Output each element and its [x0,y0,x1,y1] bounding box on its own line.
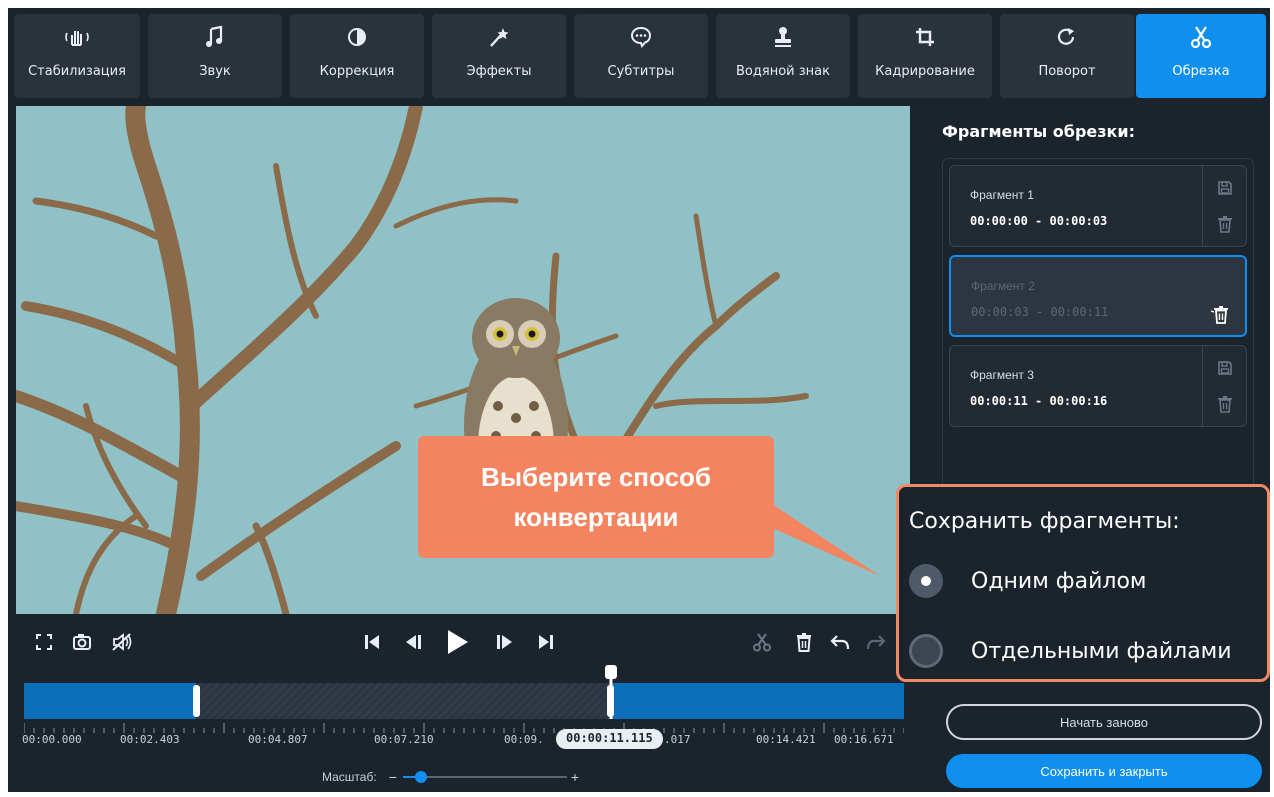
fragment-name: Фрагмент 1 [970,188,1034,202]
floppy-icon [1218,361,1232,375]
tool-subtitles[interactable]: Субтитры [574,14,708,98]
redo-button[interactable] [862,630,890,658]
crop-icon [912,22,938,52]
timeline-track[interactable] [24,683,904,719]
tool-crop[interactable]: Кадрирование [858,14,992,98]
skip-start-icon [363,633,381,656]
zoom-control: Масштаб: − + [322,767,579,787]
snapshot-button[interactable] [68,630,96,658]
go-to-start-button[interactable] [358,630,386,658]
skip-end-icon [537,633,555,656]
fragment-item-selected[interactable]: Фрагмент 2 00:00:03 - 00:00:11 [949,255,1247,337]
fragments-panel: Фрагменты обрезки: Фрагмент 1 00:00:00 -… [918,106,1270,792]
delete-fragment-button[interactable] [1215,214,1235,234]
tick-label: 00:02.403 [120,733,180,746]
callout-text: Выберите способ конвертации [481,462,711,532]
fragment-name: Фрагмент 2 [971,279,1035,293]
zoom-out-button[interactable]: − [389,769,397,785]
save-fragment-button[interactable] [1215,178,1235,198]
fragment-item[interactable]: Фрагмент 1 00:00:00 - 00:00:03 [949,165,1247,247]
fragment-time: 00:00:03 - 00:00:11 [971,305,1109,319]
current-time-badge: 00:00:11.115 [556,729,663,749]
step-back-icon [405,633,423,656]
tool-trim[interactable]: Обрезка [1136,14,1266,98]
fragment-time: 00:00:00 - 00:00:03 [970,214,1108,228]
step-forward-icon [495,633,513,656]
stamp-icon [770,22,796,52]
next-frame-button[interactable] [490,630,518,658]
fragment-start-marker[interactable] [193,685,200,717]
tick-label: 00:09. [504,733,544,746]
player-controls [16,618,910,668]
tick-label: 00:14.421 [756,733,816,746]
playhead[interactable] [604,665,618,721]
floppy-icon [1218,181,1232,195]
trash-icon [1218,216,1232,233]
fragment-item[interactable]: Фрагмент 3 00:00:11 - 00:00:16 [949,345,1247,427]
scissors-icon [1188,22,1214,52]
timeline-ruler [24,723,904,733]
go-to-end-button[interactable] [532,630,560,658]
timeline[interactable]: 00:00.000 00:02.403 00:04.807 00:07.210 … [22,665,904,787]
save-fragment-button[interactable] [1215,358,1235,378]
delete-fragment-button[interactable] [1211,305,1231,325]
radio-button-checked[interactable] [909,564,943,598]
radio-label: Одним файлом [971,568,1147,594]
fullscreen-icon [35,633,53,656]
trash-icon [1211,306,1228,324]
zoom-label: Масштаб: [322,770,377,784]
save-fragments-options: Сохранить фрагменты: Одним файлом Отдель… [896,484,1270,682]
prev-frame-button[interactable] [400,630,428,658]
zoom-in-button[interactable]: + [571,769,579,785]
volume-mute-icon [111,632,133,657]
magic-wand-icon [486,22,512,52]
tick-label: 00:00.000 [22,733,82,746]
play-button[interactable] [440,627,474,661]
zoom-slider[interactable] [402,771,567,783]
contrast-icon [344,22,370,52]
undo-button[interactable] [826,630,854,658]
tool-watermark[interactable]: Водяной знак [716,14,850,98]
redo-icon [866,633,886,656]
delete-button[interactable] [790,630,818,658]
trash-icon [795,632,813,657]
hand-stabilize-icon [64,22,90,52]
tick-label: .017 [664,733,691,746]
tick-label: 00:07.210 [374,733,434,746]
tick-label: 00:04.807 [248,733,308,746]
radio-separate-files[interactable]: Отдельными файлами [909,631,1232,671]
save-and-close-button[interactable]: Сохранить и закрыть [946,754,1262,788]
save-fragments-title: Сохранить фрагменты: [909,509,1180,534]
callout-tooltip: Выберите способ конвертации [418,436,774,558]
zoom-slider-thumb[interactable] [414,771,427,783]
delete-fragment-button[interactable] [1215,394,1235,414]
undo-icon [830,633,850,656]
trash-icon [1218,396,1232,413]
tool-sound[interactable]: Звук [148,14,282,98]
tool-effects[interactable]: Эффекты [432,14,566,98]
fragment-time: 00:00:11 - 00:00:16 [970,394,1108,408]
rotate-icon [1054,22,1080,52]
cut-button[interactable] [748,630,776,658]
radio-label: Отдельными файлами [971,638,1232,664]
tick-label: 00:16.671 [834,733,894,746]
panel-title: Фрагменты обрезки: [942,122,1136,141]
fullscreen-button[interactable] [30,630,58,658]
camera-icon [72,633,92,656]
toolbar: Стабилизация Звук Коррекция Эффекты Субт… [8,8,1270,98]
mute-button[interactable] [108,630,136,658]
fragment-name: Фрагмент 3 [970,368,1034,382]
tool-correction[interactable]: Коррекция [290,14,424,98]
speech-bubble-icon [628,22,654,52]
app-window: Стабилизация Звук Коррекция Эффекты Субт… [0,0,1274,797]
scissors-icon [752,632,772,657]
music-note-icon [202,22,228,52]
radio-button[interactable] [909,634,943,668]
tool-rotate[interactable]: Поворот [1000,14,1134,98]
selected-fragment-segment[interactable] [196,683,610,719]
play-icon [445,629,469,660]
radio-single-file[interactable]: Одним файлом [909,561,1147,601]
tool-stabilization[interactable]: Стабилизация [14,14,140,98]
restart-button[interactable]: Начать заново [946,704,1262,740]
